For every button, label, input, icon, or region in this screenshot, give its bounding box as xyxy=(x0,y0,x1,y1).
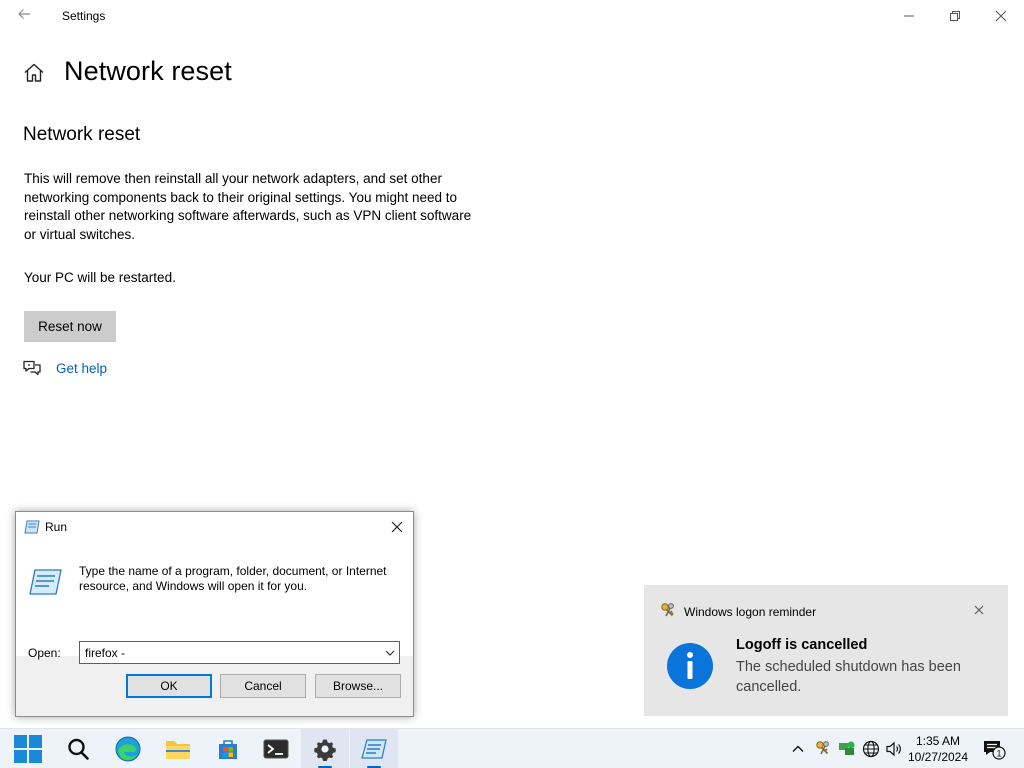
run-open-label: Open: xyxy=(28,646,61,660)
terminal-icon xyxy=(263,739,289,759)
language-globe-icon[interactable] xyxy=(861,739,881,759)
settings-taskbar-button[interactable] xyxy=(301,729,349,768)
toast-heading: Logoff is cancelled xyxy=(736,637,868,653)
run-body: Type the name of a program, folder, docu… xyxy=(16,542,413,664)
restore-button[interactable] xyxy=(932,2,978,30)
gear-icon xyxy=(314,739,336,761)
edge-icon xyxy=(115,736,141,762)
store-button[interactable] xyxy=(204,729,252,768)
page-title: Network reset xyxy=(64,56,232,86)
minimize-icon xyxy=(904,15,914,17)
run-dialog: Run Type the name of a program, folder, … xyxy=(15,511,414,717)
run-icon xyxy=(361,739,387,759)
run-open-input[interactable]: firefox - xyxy=(79,641,400,664)
notification-icon: 1 xyxy=(984,741,1006,760)
get-help-link[interactable]: Get help xyxy=(56,361,107,376)
window-title: Settings xyxy=(62,9,106,23)
reset-description: This will remove then reinstall all your… xyxy=(24,171,472,243)
network-icon xyxy=(839,741,855,755)
run-close-icon[interactable] xyxy=(388,518,406,536)
keys-icon xyxy=(659,602,677,620)
taskbar-clock[interactable]: 1:35 AM 10/27/2024 xyxy=(902,733,974,765)
file-explorer-button[interactable] xyxy=(154,729,202,768)
search-icon xyxy=(68,738,89,760)
ok-button[interactable]: OK xyxy=(126,674,212,698)
close-button[interactable] xyxy=(978,2,1024,30)
info-icon xyxy=(666,642,714,690)
network-status-icon[interactable] xyxy=(837,739,857,759)
reset-now-button[interactable]: Reset now xyxy=(24,311,116,342)
restore-icon xyxy=(950,11,960,21)
run-app-icon xyxy=(28,568,62,596)
show-hidden-icons-button[interactable] xyxy=(788,739,808,759)
chevron-up-icon xyxy=(792,745,804,752)
restart-note: Your PC will be restarted. xyxy=(24,270,176,285)
terminal-button[interactable] xyxy=(252,729,300,768)
volume-icon[interactable] xyxy=(884,739,904,759)
clock-time: 1:35 AM xyxy=(915,734,961,748)
close-icon xyxy=(995,10,1007,22)
notification-center-button[interactable]: 1 xyxy=(982,739,1008,760)
back-arrow-icon[interactable] xyxy=(14,6,34,26)
notification-count: 1 xyxy=(996,749,1001,759)
section-title: Network reset xyxy=(23,124,141,145)
get-help-row[interactable]: Get help xyxy=(22,357,107,379)
cancel-button[interactable]: Cancel xyxy=(220,674,306,698)
start-button[interactable] xyxy=(4,729,52,768)
chevron-down-icon[interactable] xyxy=(383,646,397,660)
toast-message: The scheduled shutdown has been cancelle… xyxy=(736,659,961,695)
browse-button[interactable]: Browse... xyxy=(315,674,401,698)
run-title: Run xyxy=(45,520,68,534)
folder-icon xyxy=(166,741,190,759)
toast-close-icon[interactable] xyxy=(972,603,986,617)
store-icon xyxy=(219,740,237,759)
settings-titlebar: Settings xyxy=(0,0,1024,32)
keys-tray-icon[interactable] xyxy=(813,739,833,759)
edge-button[interactable] xyxy=(104,729,152,768)
taskbar: 1:35 AM 10/27/2024 1 xyxy=(0,728,1024,768)
help-chat-icon xyxy=(22,358,42,378)
run-titlebar: Run xyxy=(16,512,413,542)
run-prompt-text: Type the name of a program, folder, docu… xyxy=(79,564,387,593)
run-icon xyxy=(24,520,40,534)
search-button[interactable] xyxy=(54,729,102,768)
toast-notification[interactable]: Windows logon reminder Logoff is cancell… xyxy=(644,585,1008,716)
speaker-icon xyxy=(886,741,901,757)
toast-app-name: Windows logon reminder xyxy=(684,605,817,619)
windows-logo-icon xyxy=(14,735,42,763)
run-open-input-value[interactable]: firefox - xyxy=(85,646,125,660)
minimize-button[interactable] xyxy=(886,2,932,30)
keys-icon xyxy=(816,741,829,755)
home-icon[interactable] xyxy=(22,61,46,85)
clock-date: 10/27/2024 xyxy=(907,750,969,764)
run-taskbar-button[interactable] xyxy=(350,729,398,768)
globe-icon xyxy=(862,740,880,758)
